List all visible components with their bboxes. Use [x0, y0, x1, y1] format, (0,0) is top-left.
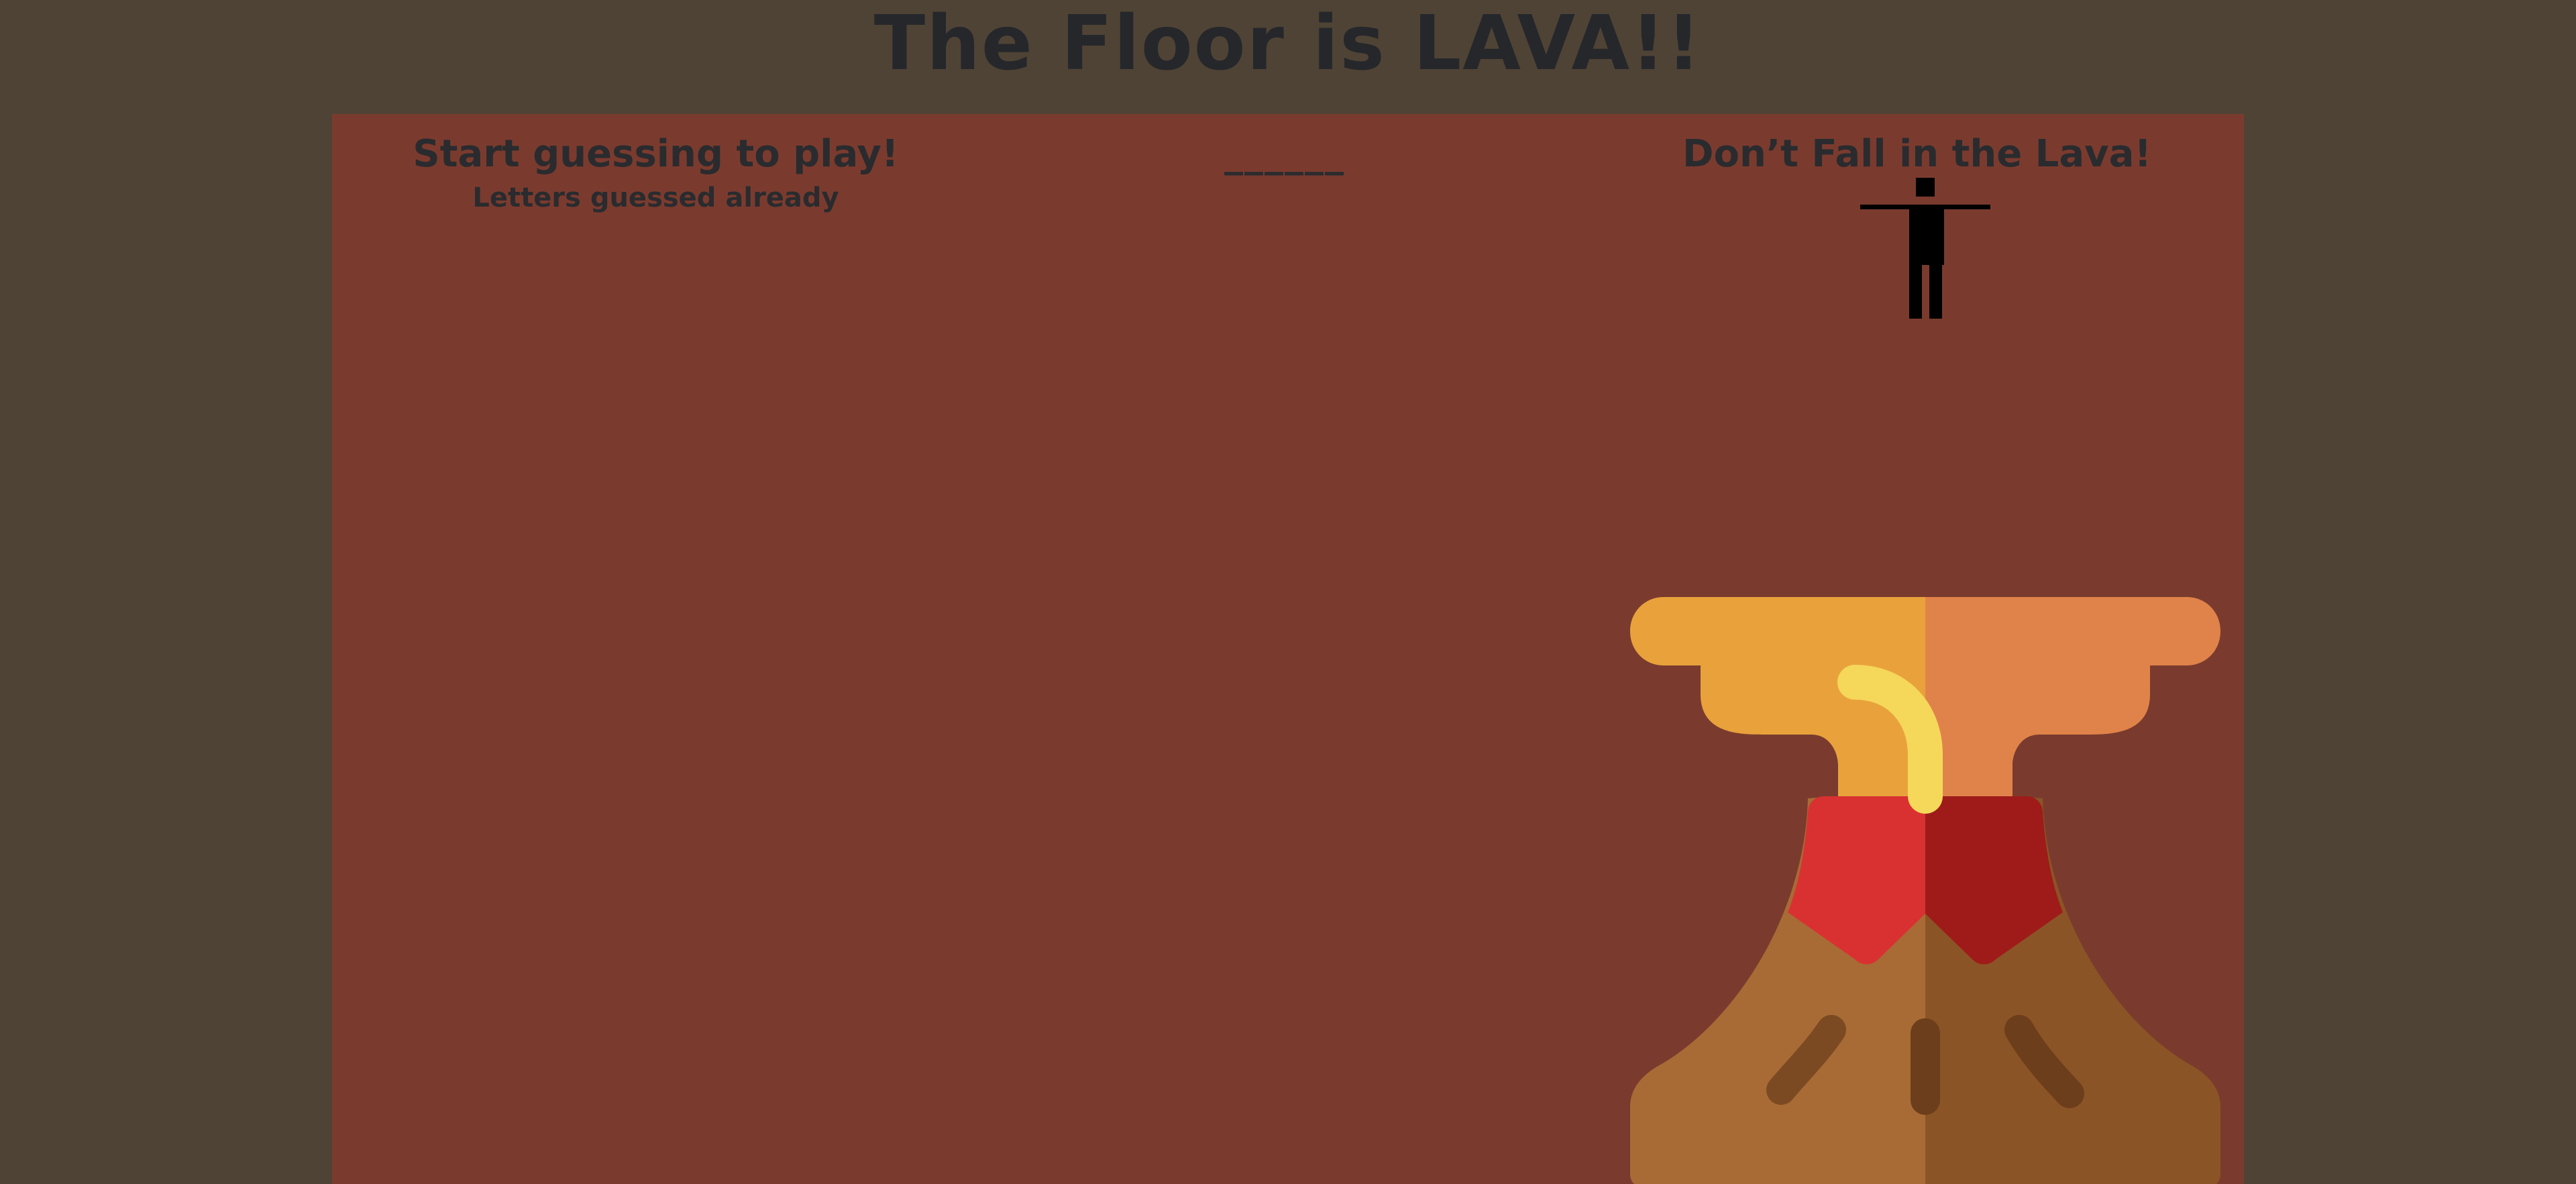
stick-figure-icon — [1860, 178, 1990, 319]
status-message: Start guessing to play! — [413, 132, 899, 176]
volcano-icon — [1630, 597, 2220, 1184]
game-board: Start guessing to play! Letters guessed … — [332, 114, 2244, 1184]
word-blanks: ______ — [1224, 132, 1345, 176]
guessed-letters-label: Letters guessed already — [472, 182, 839, 213]
warning-text: Don’t Fall in the Lava! — [1682, 132, 2151, 176]
page-title: The Floor is LAVA!! — [873, 0, 1703, 87]
